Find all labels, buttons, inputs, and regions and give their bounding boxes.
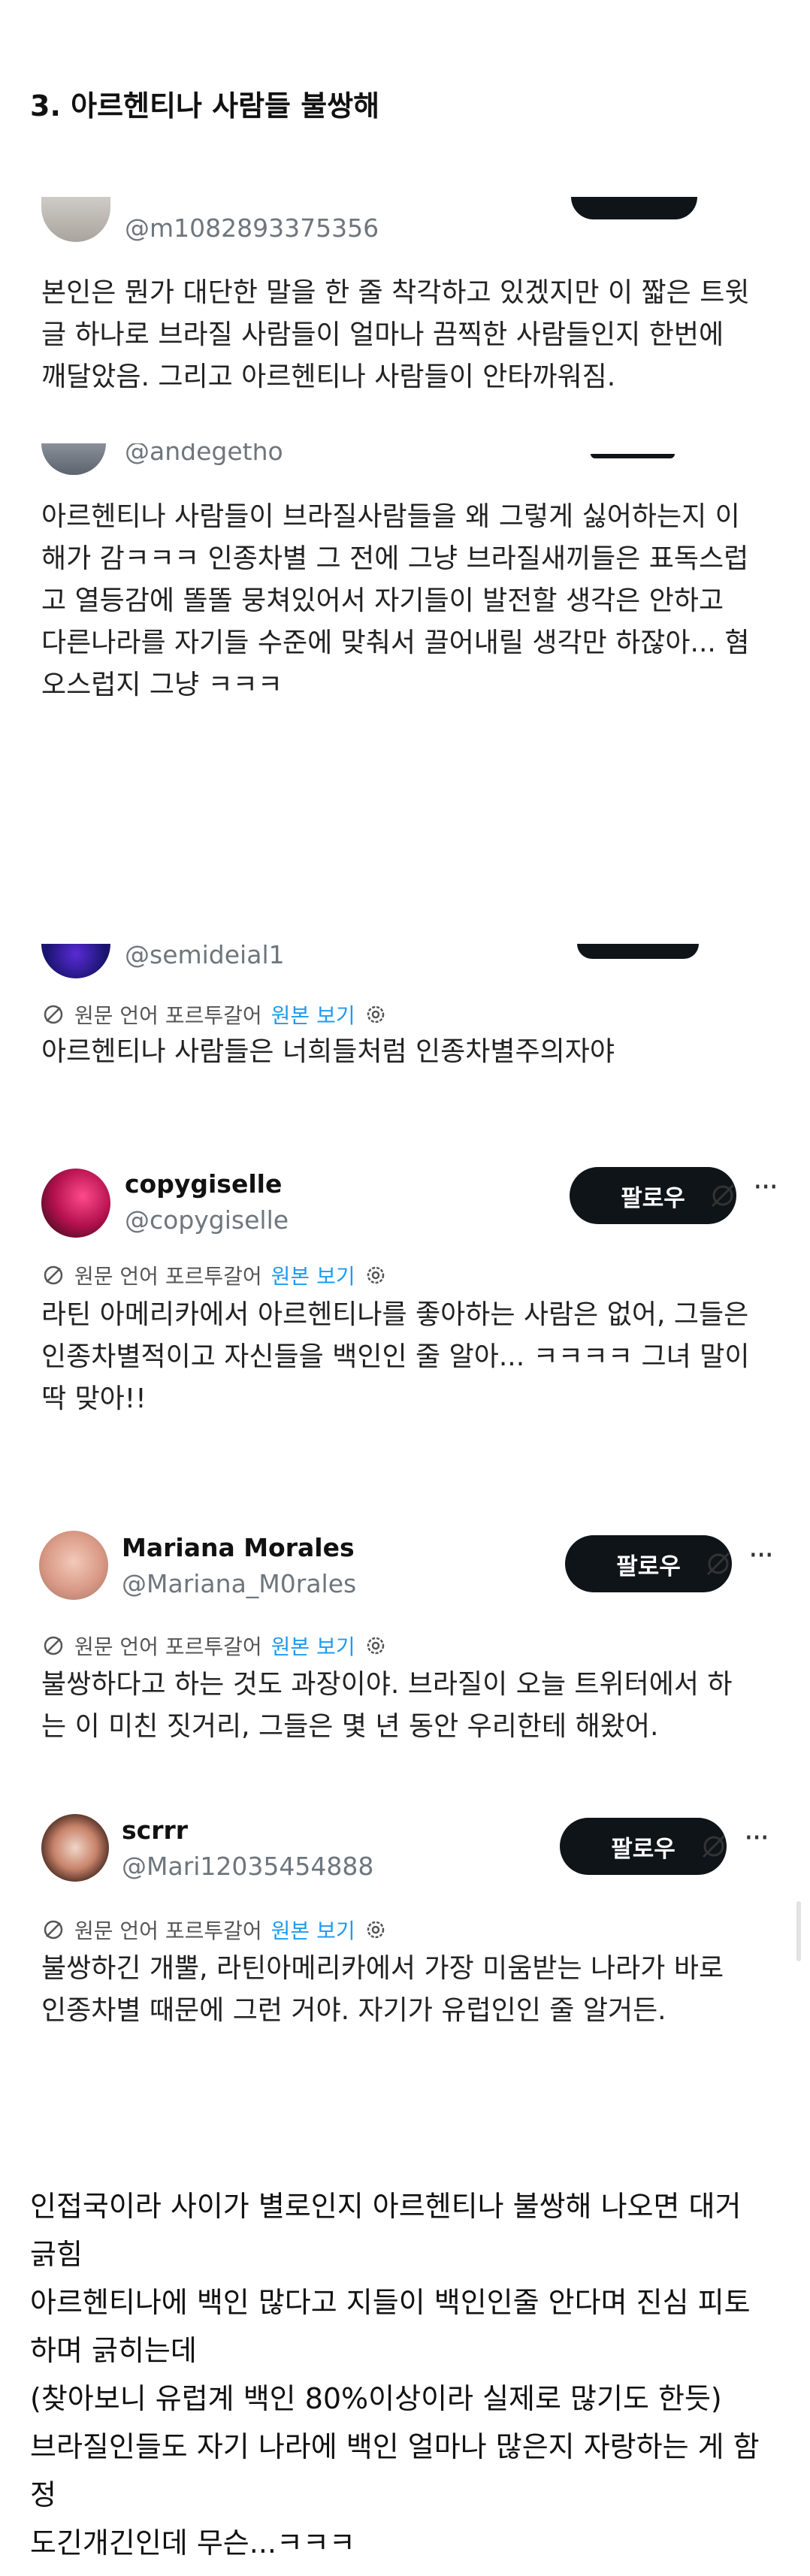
gear-icon <box>367 1005 384 1023</box>
translation-note: 원문 언어 포르투갈어 원본 보기 <box>41 1631 387 1661</box>
more-icon[interactable]: ··· <box>744 1823 769 1853</box>
avatar[interactable] <box>41 944 110 978</box>
tweet-text: 불쌍하다고 하는 것도 과장이야. 브라질이 오늘 트위터에서 하 는 이 미친… <box>41 1669 733 1742</box>
scrollbar-thumb[interactable] <box>796 1901 801 1961</box>
more-icon[interactable]: ··· <box>748 1540 774 1571</box>
display-name[interactable]: scrrr <box>122 1816 188 1845</box>
tweet-handle[interactable]: @andegetho <box>125 443 283 473</box>
more-icon[interactable]: ··· <box>753 1172 778 1202</box>
tweet-text: 아르헨티나 사람들이 브라질사람들을 왜 그렇게 싫어하는지 이 해가 감ㅋㅋㅋ… <box>41 501 750 700</box>
translate-icon <box>44 1005 63 1024</box>
display-name[interactable]: copygiselle <box>125 1169 282 1199</box>
display-name[interactable]: Mariana Morales <box>122 1533 355 1562</box>
follow-button-cut[interactable] <box>571 197 697 219</box>
tweet-handle[interactable]: @semideial1 <box>125 944 285 977</box>
translate-icon <box>44 1920 63 1940</box>
tweet-handle[interactable]: @Mari12035454888 <box>122 1852 373 1881</box>
translation-note: 원문 언어 포르투갈어 원본 보기 <box>41 1260 387 1290</box>
tweet-text: 아르헨티나 사람들은 너희들처럼 인종차별주의자야 <box>41 1036 615 1067</box>
follow-button-cut[interactable] <box>577 944 699 959</box>
follow-button-cut[interactable] <box>591 454 675 458</box>
gear-icon <box>367 1921 384 1939</box>
avatar[interactable] <box>39 1531 108 1600</box>
avatar[interactable] <box>41 443 106 475</box>
view-original-link[interactable]: 원본 보기 <box>271 1631 355 1661</box>
tweet-handle[interactable]: @copygiselle <box>125 1205 289 1235</box>
tweet-text: 라틴 아메리카에서 아르헨티나를 좋아하는 사람은 없어, 그들은 인종차별적이… <box>41 1299 750 1414</box>
avatar[interactable] <box>41 1814 109 1882</box>
view-original-link[interactable]: 원본 보기 <box>271 1915 355 1945</box>
tweet-text: 불쌍하긴 개뿔, 라틴아메리카에서 가장 미움받는 나라가 바로 인종차별 때문… <box>41 1953 724 2026</box>
tweet-handle[interactable]: @Mariana_M0rales <box>122 1569 356 1598</box>
grok-icon[interactable] <box>699 1831 729 1861</box>
tweet-handle[interactable]: @m1082893375356 <box>125 213 379 243</box>
commentary-text: 인접국이라 사이가 별로인지 아르헨티나 불쌍해 나오면 대거 긁힘 아르헨티나… <box>30 2190 760 2559</box>
gear-icon <box>367 1266 384 1284</box>
gear-icon <box>367 1637 384 1655</box>
grok-icon[interactable] <box>703 1549 733 1579</box>
section-title: 3. 아르헨티나 사람들 불쌍해 <box>30 89 380 122</box>
translate-icon <box>44 1636 63 1655</box>
avatar[interactable] <box>41 1169 110 1238</box>
tweet-text: 본인은 뭔가 대단한 말을 한 줄 착각하고 있겠지만 이 짧은 트윗 글 하나… <box>41 277 750 392</box>
grok-icon[interactable] <box>708 1181 738 1211</box>
translate-icon <box>44 1265 63 1285</box>
view-original-link[interactable]: 원본 보기 <box>271 1260 355 1290</box>
view-original-link[interactable]: 원본 보기 <box>271 999 355 1029</box>
translation-note: 원문 언어 포르투갈어 원본 보기 <box>41 999 387 1029</box>
translation-note: 원문 언어 포르투갈어 원본 보기 <box>41 1915 387 1945</box>
avatar[interactable] <box>41 197 110 242</box>
